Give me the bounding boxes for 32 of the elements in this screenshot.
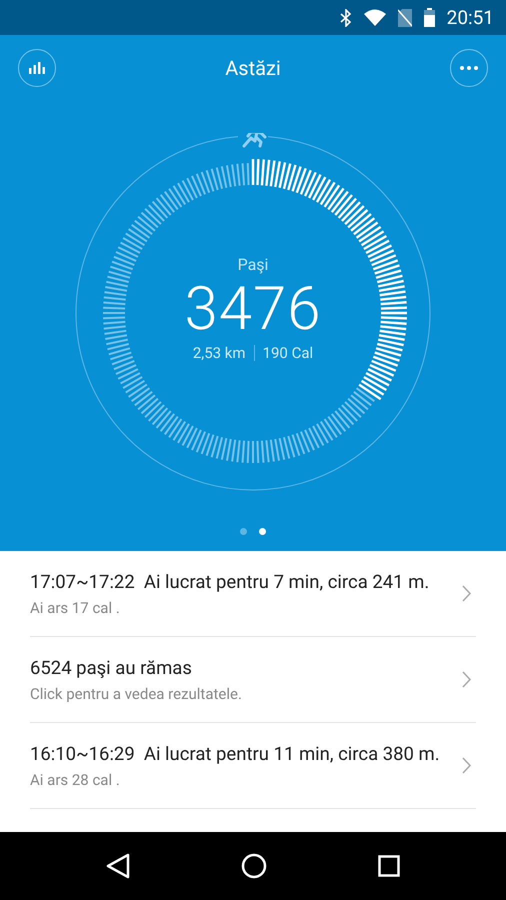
bluetooth-icon xyxy=(340,8,352,26)
home-button[interactable] xyxy=(240,853,267,879)
activity-item[interactable]: 17:07~17:22 Ai lucrat pentru 7 min, circa 241 m. Ai ars 17 cal . xyxy=(30,551,476,637)
screen-title: Astăzi xyxy=(225,56,281,80)
more-button[interactable] xyxy=(450,48,488,86)
steps-label: Paşi xyxy=(238,255,268,274)
activity-title: 17:07~17:22 Ai lucrat pentru 7 min, circa 241 m. xyxy=(30,570,430,594)
page-dot[interactable] xyxy=(240,528,247,535)
bar-chart-icon xyxy=(29,62,45,74)
runner-icon xyxy=(242,133,266,148)
stats-button[interactable] xyxy=(18,48,56,86)
page-dot[interactable] xyxy=(259,528,266,535)
back-button[interactable] xyxy=(106,853,130,879)
no-sim-icon xyxy=(398,8,412,26)
activity-detail: Ai ars 28 cal . xyxy=(30,771,121,789)
chevron-icon xyxy=(462,757,471,774)
activity-detail: Ai ars 17 cal . xyxy=(30,599,121,617)
activity-item[interactable]: 6524 paşi au rămas Click pentru a vedea rezultatele. xyxy=(30,637,476,723)
clock: 20:51 xyxy=(446,6,494,29)
activity-item[interactable]: 16:10~16:29 Ai lucrat pentru 11 min, circa 380 m. Ai ars 28 cal . xyxy=(30,723,476,809)
recents-button[interactable] xyxy=(378,855,400,877)
activity-title: 6524 paşi au rămas xyxy=(30,656,193,680)
activity-detail: Click pentru a vedea rezultatele. xyxy=(30,685,243,703)
battery-icon xyxy=(424,8,435,27)
chevron-icon xyxy=(462,671,471,688)
calories: 190 Cal xyxy=(262,344,314,362)
more-icon xyxy=(460,66,478,70)
distance: 2,53 km xyxy=(192,344,246,362)
activity-title: 16:10~16:29 Ai lucrat pentru 11 min, circa 380 m. xyxy=(30,742,441,766)
wifi-icon xyxy=(364,9,386,26)
step-count: 3476 xyxy=(184,274,322,344)
chevron-icon xyxy=(462,585,471,602)
